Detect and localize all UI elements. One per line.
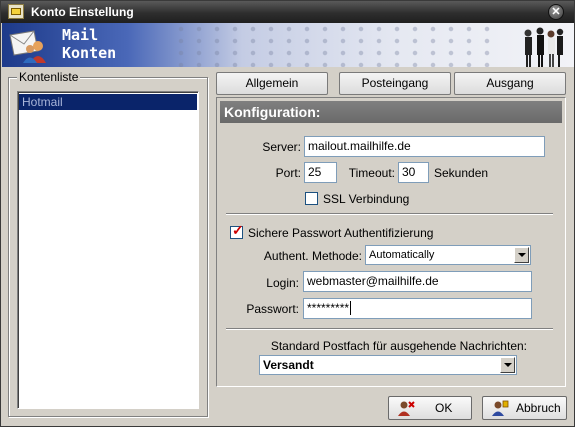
tab-ausgang[interactable]: Ausgang: [454, 72, 566, 95]
people-illustration-icon: [524, 27, 564, 67]
port-label: Port:: [275, 166, 301, 180]
accounts-list[interactable]: Hotmail: [17, 91, 199, 409]
port-input[interactable]: 25: [304, 162, 337, 183]
method-select-value: Automatically: [369, 249, 435, 261]
ssl-label: SSL Verbindung: [323, 192, 410, 206]
close-button[interactable]: ✕: [548, 4, 564, 20]
banner-title: Mail Konten: [62, 26, 116, 62]
banner-title-line1: Mail: [62, 26, 99, 44]
text-cursor: [350, 301, 352, 315]
ssl-checkbox[interactable]: [305, 192, 318, 205]
server-label: Server:: [262, 140, 301, 154]
chevron-down-icon[interactable]: [514, 247, 529, 263]
login-input[interactable]: webmaster@mailhilfe.de: [303, 271, 532, 292]
list-item-hotmail[interactable]: Hotmail: [19, 94, 197, 110]
ok-button[interactable]: OK: [388, 396, 472, 420]
accounts-group: Kontenliste Hotmail: [8, 70, 208, 417]
close-icon: ✕: [551, 6, 561, 18]
timeout-label: Timeout:: [348, 166, 395, 180]
dialog-window: Konto Einstellung ✕ Mail Konten Kontenli…: [0, 0, 575, 427]
cancel-button[interactable]: Abbruch: [482, 396, 567, 420]
method-select[interactable]: Automatically: [365, 245, 531, 265]
cancel-label: Abbruch: [516, 401, 561, 415]
mailbox-select[interactable]: Versandt: [259, 355, 517, 375]
password-label: Passwort:: [246, 302, 299, 316]
timeout-input[interactable]: 30: [398, 162, 429, 183]
check-mark-icon: ✓: [232, 222, 244, 238]
banner-title-line2: Konten: [62, 44, 117, 62]
accounts-caption: Kontenliste: [17, 70, 81, 84]
tab-posteingang[interactable]: Posteingang: [339, 72, 451, 95]
method-label: Authent. Methode:: [263, 249, 362, 263]
auth-label: Sichere Passwort Authentifizierung: [248, 226, 434, 240]
password-input[interactable]: *********: [303, 298, 532, 319]
config-header: Konfiguration:: [220, 101, 562, 123]
ok-label: OK: [435, 401, 453, 415]
login-label: Login:: [266, 276, 299, 290]
mailbox-select-value: Versandt: [263, 358, 314, 372]
auth-checkbox[interactable]: ✓: [230, 222, 244, 239]
chevron-down-icon[interactable]: [500, 357, 515, 373]
separator: [226, 213, 553, 215]
password-value: *********: [307, 301, 350, 315]
user-cancel-icon: [492, 400, 509, 416]
app-mail-icon: [8, 4, 24, 19]
server-input[interactable]: mailout.mailhilfe.de: [304, 136, 545, 157]
seconds-label: Sekunden: [434, 166, 489, 180]
banner: Mail Konten: [2, 23, 574, 67]
separator: [226, 328, 553, 330]
banner-drops-decoration: [172, 23, 502, 67]
window-title: Konto Einstellung: [31, 5, 134, 19]
user-confirm-icon: [398, 401, 415, 416]
title-bar[interactable]: Konto Einstellung ✕: [1, 1, 574, 23]
tab-allgemein[interactable]: Allgemein: [216, 72, 328, 95]
mailbox-label: Standard Postfach für ausgehende Nachric…: [270, 339, 527, 353]
mail-accounts-logo-icon: [9, 30, 46, 63]
